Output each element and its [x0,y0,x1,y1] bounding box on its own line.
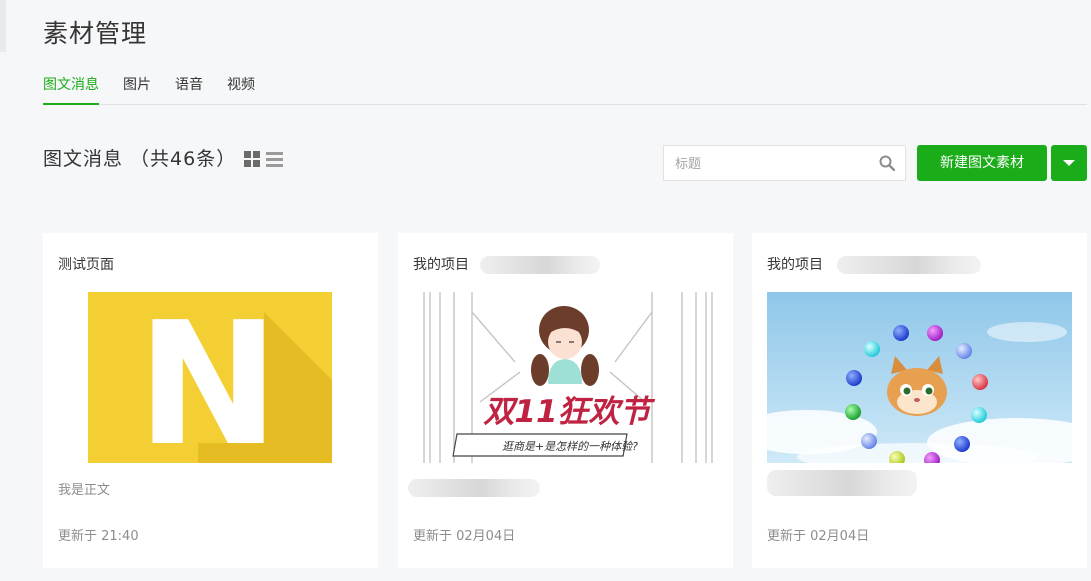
blurred-title-text [480,256,600,274]
cover-banner-subtext: 逛商是+是怎样的一种体验? [502,440,638,453]
card-update-time: 更新于 02月04日 [767,529,870,544]
grid-view-icon[interactable] [244,151,260,167]
card-update-time: 更新于 02月04日 [413,529,516,544]
tab-bar: 图文消息 图片 语音 视频 [43,70,1087,105]
search-icon[interactable] [879,155,895,171]
card-update-time: 更新于 21:40 [58,529,139,544]
card-title: 我的项目 [413,257,469,273]
new-article-dropdown-button[interactable] [1051,145,1087,181]
card-title: 我的项目 [767,257,823,273]
card-cover-image: 双11狂欢节 逛商是+是怎样的一种体验? [420,292,717,463]
tab-images[interactable]: 图片 [123,74,151,104]
cover-banner-text: 双11狂欢节 [483,394,655,430]
page-title: 素材管理 [43,19,148,48]
tab-video[interactable]: 视频 [227,74,255,104]
blurred-title-text [837,256,981,274]
left-edge-strip [0,0,6,52]
card-cover-image [767,292,1072,463]
section-title: 图文消息 （共46条） [43,148,237,170]
article-card[interactable]: 我的项目 更新于 02月04日 [752,233,1087,568]
card-digest: 我是正文 [58,483,111,498]
blurred-digest-text [767,470,917,496]
search-input[interactable] [673,146,877,182]
card-cover-image: N [88,292,332,463]
tab-voice[interactable]: 语音 [175,74,203,104]
article-card[interactable]: 我的项目 双11狂欢节 逛商是+是怎样的一种体验? 更新于 02月04日 [398,233,733,568]
cover-letter: N [137,292,279,463]
caret-down-icon [1063,160,1075,166]
blurred-digest-text [408,479,540,497]
tab-articles[interactable]: 图文消息 [43,74,99,105]
new-article-button[interactable]: 新建图文素材 [917,145,1047,181]
article-card[interactable]: 测试页面 N 我是正文 更新于 21:40 [43,233,378,568]
list-view-icon[interactable] [266,151,283,167]
search-box [663,145,906,182]
card-title: 测试页面 [58,257,114,273]
